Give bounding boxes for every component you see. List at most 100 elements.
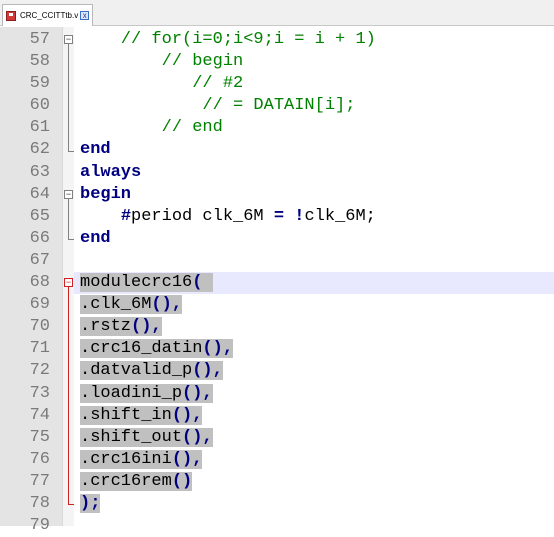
fold-end-marker [68, 150, 74, 152]
code-line[interactable]: 77 .crc16rem() [0, 471, 554, 493]
code-line[interactable]: 64 begin [0, 184, 554, 206]
code-text: // end [80, 117, 223, 139]
line-number: 75 [29, 427, 50, 447]
code-text: .rstz(), [80, 316, 162, 338]
code-line[interactable]: 62 end [0, 139, 554, 161]
comment-token: // end [80, 118, 223, 138]
code-line[interactable]: 79 [0, 515, 554, 537]
operator-token: (), [131, 317, 162, 337]
code-token: .crc16rem [80, 471, 172, 491]
code-line[interactable]: 76 .crc16ini(), [0, 449, 554, 471]
code-line[interactable]: 74 .shift_in(), [0, 405, 554, 427]
code-text: .shift_out(), [80, 427, 213, 449]
tab-label: CRC_CCITTtb.v [20, 11, 79, 20]
fold-end-marker [68, 504, 74, 506]
code-token: modulecrc16 [80, 273, 193, 293]
code-line[interactable]: 61 // end [0, 117, 554, 139]
line-number: 65 [29, 206, 50, 226]
code-text: .clk_6M(), [80, 294, 183, 316]
close-tab-icon[interactable]: x [80, 11, 90, 20]
operator-token: = [273, 206, 285, 226]
code-line[interactable]: 63 always [0, 162, 554, 184]
code-text: .shift_in(), [80, 405, 203, 427]
line-number: 71 [29, 339, 50, 359]
operator-token: (), [171, 405, 203, 425]
code-line[interactable]: 57 // for(i=0;i<9;i = i + 1) [0, 29, 554, 51]
tab-bar: CRC_CCITTtb.v x [0, 0, 554, 26]
operator-token: () [171, 471, 193, 491]
code-line[interactable]: 70 .rstz(), [0, 316, 554, 338]
line-number: 61 [29, 118, 50, 138]
operator-token: (), [151, 295, 183, 315]
line-number: 78 [29, 493, 50, 513]
code-token: .rstz [80, 317, 132, 337]
operator-token: (), [202, 339, 234, 359]
code-text: // = DATAIN[i]; [80, 95, 355, 117]
code-token: .loadini_p [80, 383, 183, 403]
code-token: .datvalid_p [80, 361, 193, 381]
comment-token: // begin [80, 52, 244, 72]
fold-collapse-icon[interactable]: − [64, 278, 73, 288]
keyword-token: always [80, 162, 142, 182]
code-text: // #2 [80, 73, 243, 95]
line-number: 66 [29, 228, 50, 248]
code-line[interactable]: 66 end [0, 228, 554, 250]
keyword-token: end [80, 228, 111, 248]
file-tab[interactable]: CRC_CCITTtb.v x [2, 4, 94, 26]
fold-collapse-icon[interactable]: − [64, 35, 73, 44]
line-number: 77 [29, 471, 50, 491]
code-text: .crc16_datin(), [80, 338, 234, 360]
keyword-token: begin [80, 184, 132, 204]
code-line[interactable]: 75 .shift_out(), [0, 427, 554, 449]
line-number: 60 [29, 96, 50, 116]
code-text: .crc16ini(), [80, 449, 203, 471]
code-text: // begin [80, 51, 244, 73]
code-text: begin [80, 184, 131, 206]
comment-token: // = DATAIN[i]; [80, 96, 356, 116]
code-line[interactable]: 69 .clk_6M(), [0, 294, 554, 316]
comment-token: // #2 [80, 74, 244, 94]
code-line[interactable]: 78); [0, 493, 554, 515]
code-text: end [80, 228, 111, 250]
code-line[interactable]: 73 .loadini_p(), [0, 383, 554, 405]
line-number: 74 [29, 405, 50, 425]
code-token: .crc16ini [80, 449, 172, 469]
code-text: .loadini_p(), [80, 383, 213, 405]
code-line[interactable]: 60 // = DATAIN[i]; [0, 95, 554, 117]
code-text: ); [80, 493, 101, 515]
code-text: // for(i=0;i<9;i = i + 1) [80, 29, 376, 51]
line-number: 67 [29, 250, 50, 270]
code-token: .clk_6M [80, 295, 152, 315]
code-line[interactable]: 59 // #2 [0, 73, 554, 95]
line-number: 62 [29, 140, 50, 160]
line-number: 76 [29, 449, 50, 469]
code-line[interactable]: 58 // begin [0, 51, 554, 73]
code-text: .crc16rem() [80, 471, 193, 493]
fold-end-marker [68, 238, 74, 240]
operator-token: (), [171, 449, 203, 469]
code-text: always [80, 162, 141, 184]
code-line[interactable]: 65 #period clk_6M = !clk_6M; [0, 206, 554, 228]
line-number: 59 [29, 74, 50, 94]
line-number: 70 [29, 317, 50, 337]
code-text: modulecrc16( [80, 272, 213, 294]
code-line[interactable]: 67 [0, 250, 554, 272]
code-editor[interactable]: 57 // for(i=0;i<9;i = i + 1) 58 // begin 5… [0, 29, 554, 537]
line-number: 72 [29, 361, 50, 381]
code-line[interactable]: 68 modulecrc16( [0, 272, 554, 295]
code-line[interactable]: 71 .crc16_datin(), [0, 338, 554, 360]
line-number: 69 [29, 295, 50, 315]
line-number: 68 [29, 273, 50, 293]
fold-guide-line [68, 198, 69, 239]
fold-collapse-icon[interactable]: − [64, 189, 73, 199]
line-number: 64 [29, 184, 50, 204]
code-token: clk_6M; [304, 206, 376, 226]
fold-guide-line [68, 44, 69, 151]
line-number: 73 [29, 383, 50, 403]
operator-token: ! [294, 206, 305, 226]
code-line[interactable]: 72 .datvalid_p(), [0, 360, 554, 382]
line-number: 63 [29, 162, 50, 182]
